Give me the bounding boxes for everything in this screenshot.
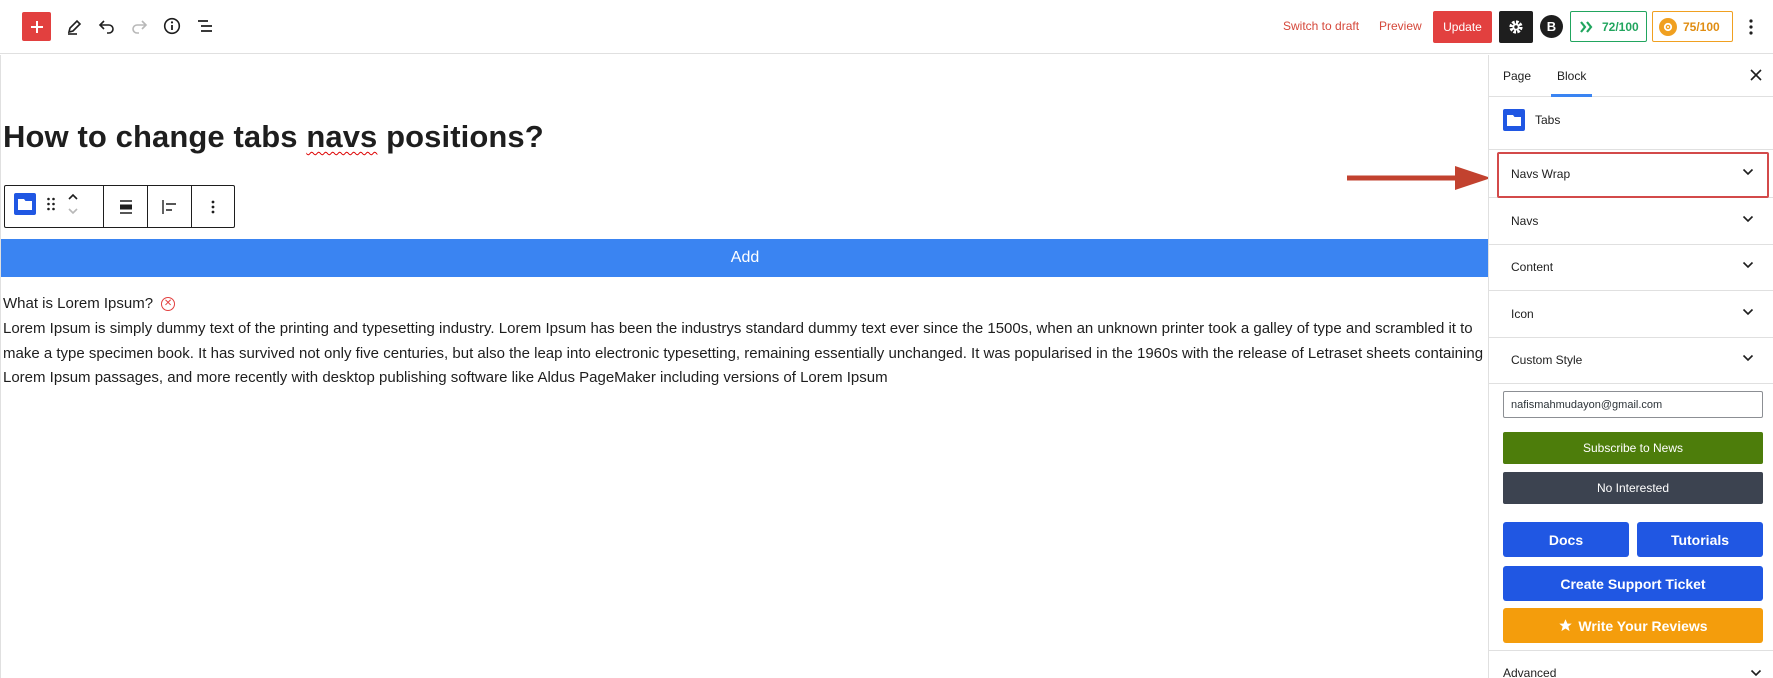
tab-title[interactable]: What is Lorem Ipsum? (3, 295, 153, 312)
panel-label: Navs (1511, 214, 1539, 228)
panel-navs-wrap[interactable]: Navs Wrap (1489, 151, 1773, 198)
panel-custom-style[interactable]: Custom Style (1489, 337, 1773, 384)
create-support-ticket-button[interactable]: Create Support Ticket (1503, 566, 1763, 601)
align-wide-icon (119, 199, 132, 214)
readability-score-value: 75/100 (1683, 19, 1720, 34)
panel-content[interactable]: Content (1489, 244, 1773, 291)
post-title-text: How to change tabs (3, 119, 307, 154)
panel-advanced[interactable]: Advanced (1489, 650, 1773, 678)
gear-icon (1509, 20, 1523, 34)
block-options-button[interactable] (192, 186, 234, 227)
chevron-down-icon (1742, 308, 1754, 316)
seo-score-icon (1578, 18, 1596, 36)
seo-plugin-icon[interactable]: B (1540, 15, 1563, 38)
tutorials-button[interactable]: Tutorials (1637, 522, 1763, 557)
readability-score-badge[interactable]: 75/100 (1652, 11, 1733, 42)
active-tab-indicator (1551, 94, 1592, 97)
tabs-block-icon (1503, 109, 1525, 131)
tabs-block-icon[interactable] (14, 193, 36, 220)
settings-button[interactable] (1499, 11, 1533, 43)
pen-icon (67, 19, 82, 35)
details-button[interactable] (157, 11, 187, 41)
add-block-button[interactable] (22, 12, 51, 41)
post-title-misspelled-word: navs (306, 119, 378, 154)
write-reviews-button[interactable]: Write Your Reviews (1503, 608, 1763, 643)
post-title-text-end: positions? (377, 119, 544, 154)
editor-top-toolbar: Switch to draft Preview Update B 72/100 … (0, 0, 1773, 54)
chevron-down-icon (1742, 215, 1754, 223)
justify-button[interactable] (148, 186, 192, 227)
remove-tab-icon[interactable]: ✕ (161, 296, 176, 311)
plus-icon (30, 20, 43, 33)
chevron-down-icon (1742, 261, 1754, 269)
seo-score-value: 72/100 (1602, 19, 1639, 34)
tools-button[interactable] (60, 11, 90, 41)
block-name: Tabs (1535, 113, 1561, 127)
chevron-down-icon (1742, 168, 1754, 176)
panel-label: Icon (1511, 307, 1534, 321)
readability-score-icon (1659, 17, 1677, 36)
list-view-icon (198, 20, 212, 32)
kebab-icon (211, 200, 215, 213)
update-button[interactable]: Update (1433, 11, 1492, 43)
undo-button[interactable] (92, 11, 122, 41)
seo-score-badge[interactable]: 72/100 (1570, 11, 1647, 42)
add-tab-button[interactable]: Add (1, 239, 1489, 277)
tab-item: What is Lorem Ipsum? ✕ (3, 295, 176, 312)
sidebar-tabs: Page Block (1489, 55, 1773, 97)
undo-icon (98, 20, 114, 34)
panel-label: Advanced (1503, 666, 1557, 678)
panel-icon[interactable]: Icon (1489, 291, 1773, 338)
tab-page[interactable]: Page (1503, 69, 1531, 83)
drag-handle-icon[interactable] (46, 197, 56, 216)
justify-left-icon (161, 199, 176, 214)
block-card: Tabs (1489, 98, 1773, 150)
subscribe-button[interactable]: Subscribe to News (1503, 432, 1763, 464)
kebab-icon (1749, 19, 1753, 35)
post-title[interactable]: How to change tabs navs positions? (3, 119, 544, 155)
block-align-button[interactable] (104, 186, 148, 227)
block-toolbar (4, 185, 235, 228)
tab-block[interactable]: Block (1557, 69, 1586, 83)
preview-link[interactable]: Preview (1379, 19, 1422, 33)
panel-label: Navs Wrap (1511, 167, 1571, 181)
settings-sidebar: Page Block Tabs Navs Wrap Navs Content I… (1488, 55, 1773, 678)
star-icon (1559, 619, 1573, 632)
close-icon (1750, 69, 1762, 81)
no-interest-button[interactable]: No Interested (1503, 472, 1763, 504)
editor-canvas: How to change tabs navs positions? Add W… (0, 55, 1489, 678)
move-up-down-icon[interactable] (66, 191, 80, 222)
switch-to-draft-link[interactable]: Switch to draft (1283, 19, 1359, 33)
panel-label: Content (1511, 260, 1554, 274)
chevron-down-icon (1750, 669, 1762, 677)
close-sidebar-button[interactable] (1746, 65, 1766, 85)
redo-button[interactable] (124, 11, 154, 41)
list-view-button[interactable] (190, 11, 220, 41)
panel-navs[interactable]: Navs (1489, 198, 1773, 245)
block-toolbar-group-parent (5, 186, 104, 227)
docs-button[interactable]: Docs (1503, 522, 1629, 557)
annotation-arrow (1347, 166, 1491, 190)
email-field[interactable]: nafismahmudayon@gmail.com (1503, 391, 1763, 418)
write-reviews-label: Write Your Reviews (1578, 617, 1708, 634)
tab-content[interactable]: Lorem Ipsum is simply dummy text of the … (3, 317, 1487, 391)
panel-label: Custom Style (1511, 353, 1583, 367)
info-icon (163, 17, 181, 35)
options-menu-button[interactable] (1741, 13, 1761, 41)
redo-icon (132, 20, 148, 34)
chevron-down-icon (1742, 354, 1754, 362)
